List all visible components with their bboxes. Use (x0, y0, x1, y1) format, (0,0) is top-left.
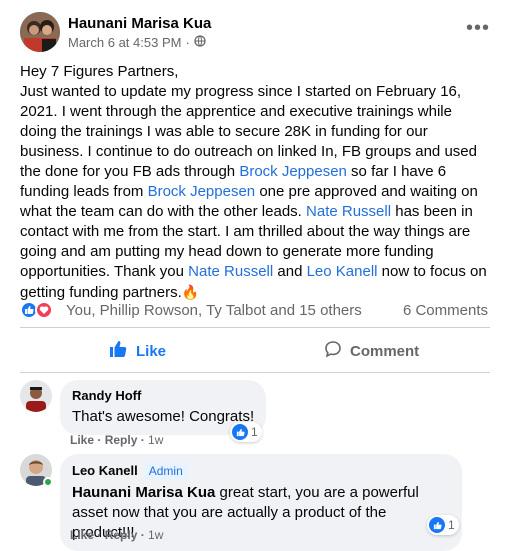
like-button[interactable]: Like (108, 333, 166, 369)
mention-link[interactable]: Haunani Marisa Kua (72, 484, 215, 501)
fire-emoji: 🔥 (181, 284, 200, 300)
comments-count[interactable]: 6 Comments (403, 302, 488, 319)
comment-reaction-count[interactable]: 1 (427, 515, 459, 535)
like-reaction-icon (429, 517, 445, 533)
commenter-name[interactable]: Leo Kanell (72, 463, 138, 479)
divider (20, 327, 490, 328)
comment-bubble-icon (324, 340, 342, 362)
commenter-name-row: Leo Kanell Admin (72, 462, 450, 480)
mention-link[interactable]: Brock Jeppesen (239, 163, 347, 180)
like-button-label: Like (136, 342, 167, 360)
comment-actions: Like · Reply · 1w (70, 528, 164, 542)
commenter-name-row: Randy Hoff (72, 388, 254, 404)
love-reaction-icon (35, 301, 53, 319)
like-reaction-icon (232, 424, 248, 440)
reaction-count: 1 (251, 425, 258, 439)
reaction-count: 1 (448, 518, 455, 532)
globe-icon (194, 35, 206, 50)
comment-button[interactable]: Comment (324, 333, 505, 369)
comment-reply-link[interactable]: Reply (105, 433, 138, 447)
post-timestamp[interactable]: March 6 at 4:53 PM (68, 35, 181, 50)
comment-text: That's awesome! Congrats! (72, 408, 255, 425)
comment-time[interactable]: 1w (148, 528, 163, 542)
thumbs-up-icon (108, 339, 128, 363)
comment: Leo Kanell Admin Haunani Marisa Kua grea… (20, 454, 490, 551)
mention-link[interactable]: Nate Russell (306, 203, 391, 220)
author-name[interactable]: Haunani Marisa Kua (68, 15, 211, 32)
comment-actions: Like · Reply · 1w (70, 433, 164, 447)
commenter-avatar[interactable] (20, 380, 52, 412)
comment-time[interactable]: 1w (148, 433, 163, 447)
comment-like-link[interactable]: Like (70, 433, 94, 447)
online-status-indicator (43, 477, 53, 487)
post-text-segment: and (273, 263, 307, 280)
more-options-icon[interactable]: ••• (466, 18, 490, 38)
author-avatar[interactable] (20, 12, 60, 52)
post-actions: Like Comment (20, 333, 490, 369)
post-header: Haunani Marisa Kua March 6 at 4:53 PM · … (20, 12, 490, 56)
post-greeting: Hey 7 Figures Partners, (20, 63, 179, 80)
reactions-text[interactable]: You, Phillip Rowson, Ty Talbot and 15 ot… (66, 302, 362, 319)
mention-link[interactable]: Brock Jeppesen (148, 183, 256, 200)
comment-button-label: Comment (350, 342, 420, 360)
post-body: Hey 7 Figures Partners, Just wanted to u… (20, 62, 490, 303)
mention-link[interactable]: Leo Kanell (307, 263, 378, 280)
post-meta: March 6 at 4:53 PM · (68, 35, 206, 50)
comment-like-link[interactable]: Like (70, 528, 94, 542)
reactions-summary: You, Phillip Rowson, Ty Talbot and 15 ot… (20, 300, 490, 322)
commenter-name[interactable]: Randy Hoff (72, 388, 141, 404)
comment: Randy Hoff That's awesome! Congrats! 1 L… (20, 380, 490, 450)
admin-badge: Admin (143, 462, 188, 480)
divider (20, 372, 490, 373)
reaction-icons[interactable] (20, 301, 53, 319)
comment-reply-link[interactable]: Reply (105, 528, 138, 542)
mention-link[interactable]: Nate Russell (188, 263, 273, 280)
post-text: Just wanted to update my progress since … (20, 82, 490, 303)
comment-reaction-count[interactable]: 1 (230, 422, 262, 442)
meta-separator: · (185, 35, 190, 50)
